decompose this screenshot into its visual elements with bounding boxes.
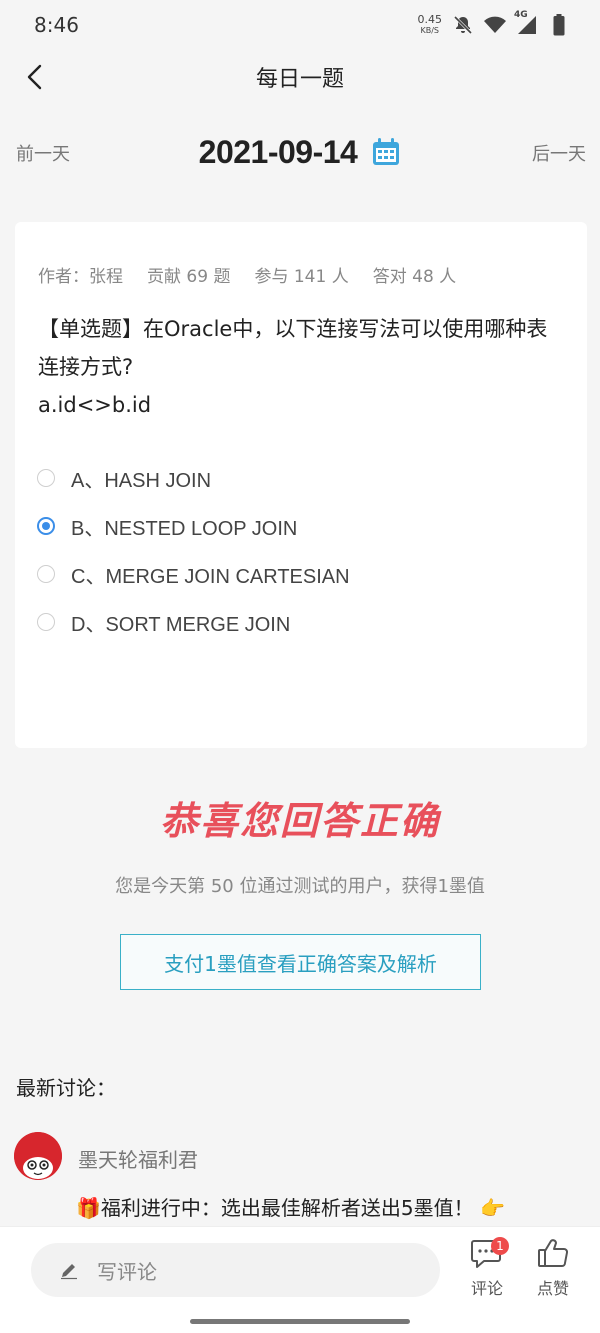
option-label: B、NESTED LOOP JOIN xyxy=(71,517,298,540)
discussion-heading: 最新讨论： xyxy=(16,1076,116,1100)
option-label: C、MERGE JOIN CARTESIAN xyxy=(71,565,350,588)
signal-icon: 4G xyxy=(514,10,538,36)
radio-button[interactable] xyxy=(37,613,55,631)
write-comment-input[interactable]: 写评论 xyxy=(31,1243,440,1297)
mute-bell-icon xyxy=(452,14,474,36)
date-selector: 前一天 2021-09-14 后一天 xyxy=(0,120,600,184)
date-display: 2021-09-14 xyxy=(199,134,402,171)
question-meta: 作者：张程 贡献 69 题 参与 141 人 答对 48 人 xyxy=(38,262,456,287)
page-title: 每日一题 xyxy=(255,67,344,92)
nav-bar: 每日一题 xyxy=(0,50,600,104)
battery-icon xyxy=(548,14,570,36)
chevron-left-icon xyxy=(27,64,42,90)
bottom-action-bar: 写评论 1 评论 点赞 xyxy=(0,1226,600,1333)
participant-count: 参与 141 人 xyxy=(254,267,349,287)
option-a[interactable]: A、HASH JOIN xyxy=(37,454,567,502)
back-button[interactable] xyxy=(18,60,52,94)
network-speed: 0.45 KB/S xyxy=(418,14,443,36)
option-d[interactable]: D、SORT MERGE JOIN xyxy=(37,598,567,646)
thumbs-up-icon xyxy=(538,1239,568,1267)
like-label: 点赞 xyxy=(536,1279,569,1298)
next-day-button[interactable]: 后一天 xyxy=(532,140,586,166)
comment-username[interactable]: 墨天轮福利君 xyxy=(78,1144,198,1173)
calendar-icon[interactable] xyxy=(371,137,401,167)
answer-options: A、HASH JOIN B、NESTED LOOP JOIN C、MERGE J… xyxy=(37,454,567,646)
author-contributions: 贡献 69 题 xyxy=(147,267,231,287)
like-button[interactable]: 点赞 xyxy=(528,1237,578,1299)
current-date: 2021-09-14 xyxy=(198,133,358,170)
option-label: A、HASH JOIN xyxy=(71,469,212,492)
success-subtitle: 您是今天第 50 位通过测试的用户，获得1墨值 xyxy=(115,876,485,897)
success-title: 恭喜您回答正确 xyxy=(159,799,440,843)
radio-button[interactable] xyxy=(37,469,55,487)
radio-button-selected[interactable] xyxy=(37,517,55,535)
mascot-avatar-icon xyxy=(14,1132,62,1180)
correct-count: 答对 48 人 xyxy=(372,267,457,287)
radio-button[interactable] xyxy=(37,565,55,583)
question-code: a.id<>b.id xyxy=(38,393,152,417)
status-time: 8:46 xyxy=(34,13,79,37)
question-text: 【单选题】在Oracle中，以下连接写法可以使用哪种表连接方式? a.id<>b… xyxy=(38,310,568,424)
network-type: 4G xyxy=(514,10,528,20)
status-bar: 8:46 0.45 KB/S 4G xyxy=(0,0,600,50)
question-stem: 【单选题】在Oracle中，以下连接写法可以使用哪种表连接方式? xyxy=(38,317,548,379)
comment-text: 🎁福利进行中：选出最佳解析者送出5墨值！ 👉 xyxy=(76,1196,505,1220)
question-author: 作者：张程 xyxy=(38,267,123,287)
avatar[interactable] xyxy=(14,1132,62,1180)
previous-day-button[interactable]: 前一天 xyxy=(16,140,70,166)
write-comment-placeholder: 写评论 xyxy=(97,1259,157,1284)
option-c[interactable]: C、MERGE JOIN CARTESIAN xyxy=(37,550,567,598)
wifi-icon xyxy=(484,14,506,36)
pay-for-answer-button[interactable]: 支付1墨值查看正确答案及解析 xyxy=(120,934,481,990)
pencil-icon xyxy=(61,1264,77,1280)
home-indicator[interactable] xyxy=(190,1319,410,1324)
comments-label: 评论 xyxy=(470,1279,503,1298)
comments-button[interactable]: 1 评论 xyxy=(462,1237,512,1299)
comment-count-badge: 1 xyxy=(491,1237,509,1255)
status-icons: 0.45 KB/S 4G xyxy=(418,10,571,36)
question-card: 作者：张程 贡献 69 题 参与 141 人 答对 48 人 【单选题】在Ora… xyxy=(15,222,587,748)
option-label: D、SORT MERGE JOIN xyxy=(71,613,291,636)
network-speed-unit: KB/S xyxy=(420,26,439,35)
option-b[interactable]: B、NESTED LOOP JOIN xyxy=(37,502,567,550)
